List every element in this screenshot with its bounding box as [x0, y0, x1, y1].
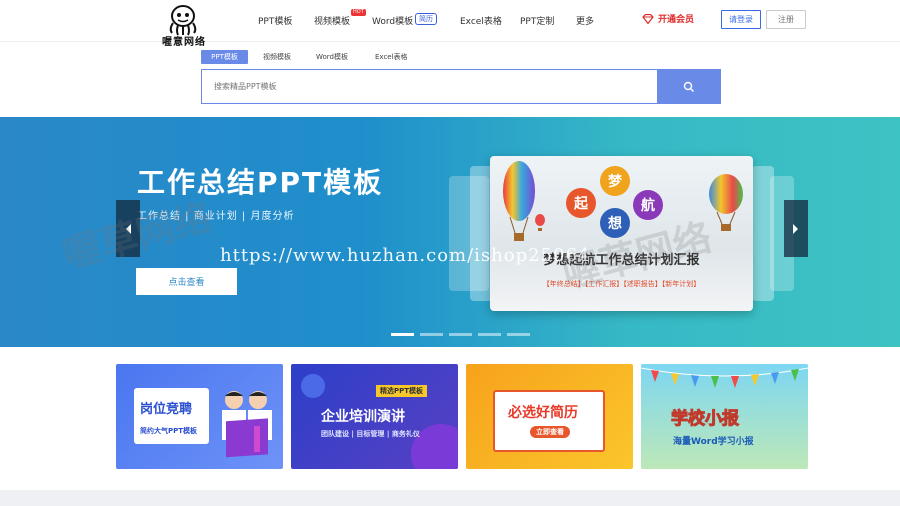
- search-input[interactable]: [202, 70, 657, 103]
- search-button[interactable]: [657, 70, 720, 103]
- login-button[interactable]: 请登录: [721, 10, 761, 29]
- register-button[interactable]: 注册: [766, 10, 806, 29]
- promo-title: 企业培训演讲: [321, 409, 405, 425]
- search-icon: [683, 81, 694, 92]
- promo-card-resume[interactable]: 必选好简历 立即查看: [466, 364, 633, 469]
- tab-ppt[interactable]: PPT模板: [201, 50, 248, 64]
- top-header: 喔意网络 PPT模板 视频模板 HOT Word模板 简历 Excel表格 PP…: [0, 0, 900, 48]
- promo-title: 必选好简历: [508, 405, 578, 421]
- promo-card-job[interactable]: 岗位竞聘 简约大气PPT模板: [116, 364, 283, 469]
- word-bubble: 航: [633, 190, 663, 220]
- footer-strip: [0, 490, 900, 506]
- search-box: [201, 69, 721, 104]
- promo-cta[interactable]: 立即查看: [530, 426, 570, 438]
- promo-card-school[interactable]: 学校小报 海量Word学习小报: [641, 364, 808, 469]
- tab-word[interactable]: Word模板: [308, 50, 356, 64]
- hot-air-balloon-right-icon: [709, 174, 743, 231]
- nav-ppt-custom[interactable]: PPT定制: [520, 14, 554, 27]
- slide-dot[interactable]: [391, 333, 414, 336]
- slide-indicators: [391, 333, 530, 336]
- hot-air-balloon-icon: [503, 161, 535, 241]
- nav-excel[interactable]: Excel表格: [460, 14, 502, 27]
- slide-dot[interactable]: [449, 333, 472, 336]
- slide-dot[interactable]: [507, 333, 530, 336]
- decor-circle: [301, 374, 325, 398]
- word-bubble: 梦: [600, 166, 630, 196]
- word-bubble: 起: [566, 188, 596, 218]
- promo-badge: 精选PPT模板: [376, 385, 428, 397]
- diamond-icon: [642, 13, 654, 24]
- banner-cta-button[interactable]: 点击查看: [136, 268, 237, 295]
- bunting-flags-icon: [641, 367, 808, 388]
- promo-title: 岗位竞聘: [140, 402, 193, 417]
- vip-label: 开通会员: [658, 15, 695, 25]
- slide-dot[interactable]: [478, 333, 501, 336]
- promo-subtitle: 海量Word学习小报: [673, 437, 754, 447]
- resume-badge[interactable]: 简历: [415, 13, 437, 25]
- hot-air-balloon-small-icon: [535, 214, 545, 231]
- nav-word[interactable]: Word模板: [372, 14, 413, 27]
- nav-video[interactable]: 视频模板: [314, 14, 350, 27]
- watermark-url: https://www.huzhan.com/ishop25064: [220, 245, 591, 266]
- vip-link[interactable]: 开通会员: [642, 12, 694, 25]
- slide-dot[interactable]: [420, 333, 443, 336]
- page: 喔意网络 PPT模板 视频模板 HOT Word模板 简历 Excel表格 PP…: [0, 0, 900, 506]
- logo-text: 喔意网络: [162, 37, 206, 48]
- promo-card-training[interactable]: 精选PPT模板 企业培训演讲 团队建设 | 目标管理 | 商务礼仪: [291, 364, 458, 469]
- tab-excel[interactable]: Excel表格: [367, 50, 416, 64]
- people-illustration-icon: [222, 391, 272, 458]
- nav-more[interactable]: 更多: [576, 14, 594, 27]
- promo-subtitle: 团队建设 | 目标管理 | 商务礼仪: [321, 430, 420, 438]
- next-slide-button[interactable]: [784, 200, 808, 257]
- nav-ppt[interactable]: PPT模板: [258, 14, 292, 27]
- chevron-right-icon: [793, 223, 798, 234]
- promo-subtitle: 简约大气PPT模板: [140, 427, 198, 435]
- hot-badge: HOT: [351, 9, 366, 16]
- promo-title: 学校小报: [671, 409, 740, 430]
- tab-video[interactable]: 视频模板: [255, 50, 299, 64]
